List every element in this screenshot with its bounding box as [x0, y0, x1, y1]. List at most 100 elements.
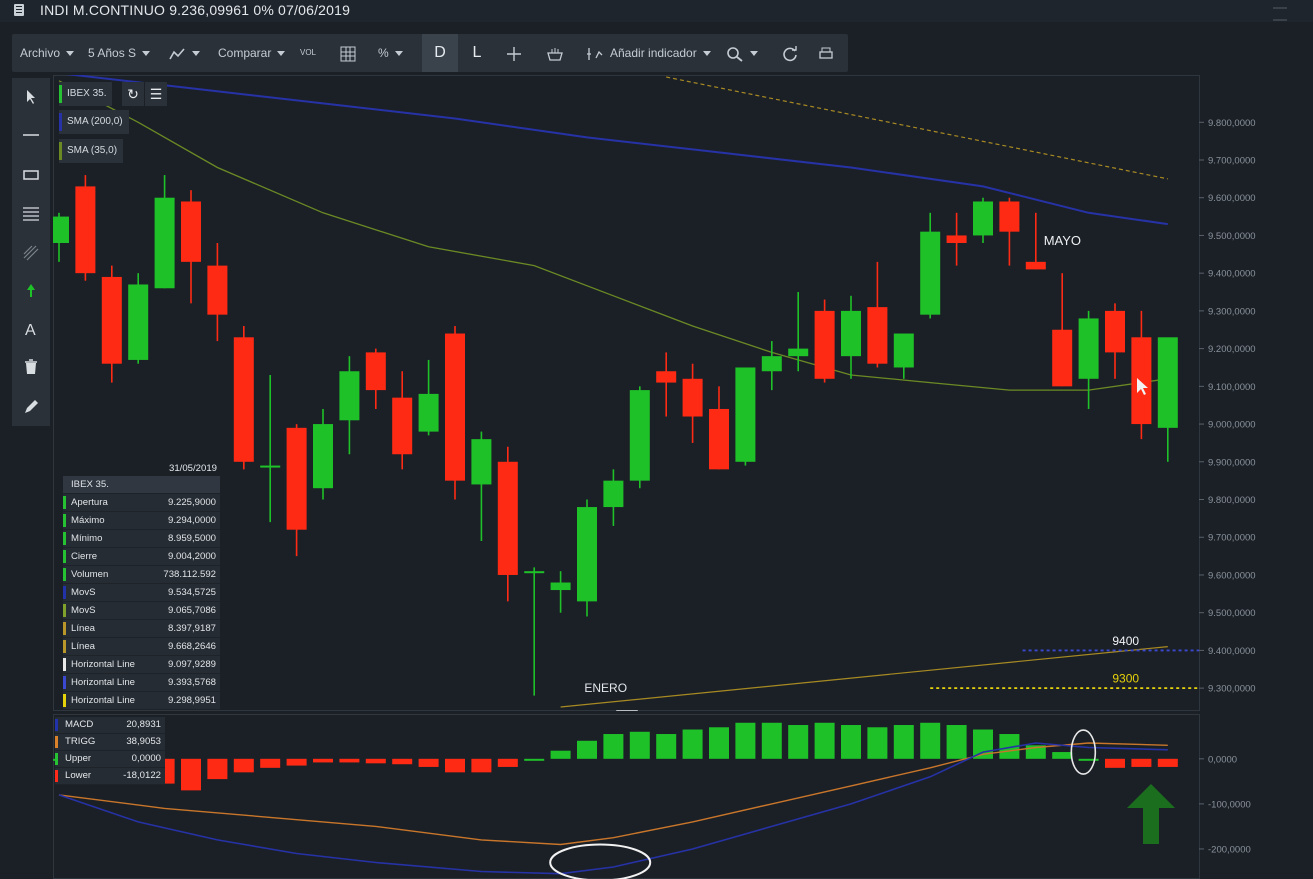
macd-row: Upper 0,0000 — [55, 751, 165, 768]
candle-up — [1157, 337, 1178, 428]
percent-button[interactable]: % — [378, 34, 403, 72]
histogram-bar-positive — [814, 722, 835, 759]
histogram-bar-positive — [788, 725, 809, 759]
series-color-mark — [55, 753, 58, 765]
y-tick-label: 9.800,0000 — [1208, 495, 1256, 506]
histogram-bar-positive — [841, 725, 861, 759]
period-select[interactable]: 5 Años S — [88, 34, 151, 72]
archivo-label: Archivo — [20, 46, 61, 60]
macd-chart[interactable]: 0,0000 -100,0000 -200,0000 — [53, 714, 1300, 879]
series-color-mark — [63, 514, 66, 527]
candle-down — [286, 427, 307, 530]
series-color-mark — [63, 604, 66, 617]
data-row-value: 9.004,2000 — [167, 551, 216, 562]
series-color-mark — [55, 719, 58, 731]
histogram-bar-positive — [577, 740, 597, 759]
archivo-menu[interactable]: Archivo — [20, 34, 75, 72]
compare-basket-button[interactable] — [546, 34, 564, 72]
data-row-value: 9.225,9000 — [167, 497, 216, 508]
window-menu-icon[interactable] — [1273, 7, 1287, 21]
candle-up — [524, 571, 545, 574]
fibonacci-tool[interactable] — [12, 194, 50, 232]
macd-row-value: -18,0122 — [123, 770, 161, 781]
y-tick-label: 9.700,0000 — [1208, 533, 1256, 544]
histogram-bar-positive — [682, 729, 703, 759]
macd-row-label: TRIGG — [65, 736, 96, 747]
linear-button[interactable]: L — [462, 34, 492, 72]
zoom-button[interactable] — [726, 34, 758, 72]
pencil-icon — [25, 400, 38, 413]
channel-tool[interactable] — [12, 234, 50, 272]
pencil-tool[interactable] — [12, 388, 50, 426]
sma35-color-mark — [59, 142, 62, 160]
refresh-legend-button[interactable]: ↻ — [121, 82, 144, 106]
candle-up — [471, 439, 492, 485]
data-row-label: Mínimo — [71, 533, 103, 544]
y-tick-label: 9.800,0000 — [1208, 118, 1256, 129]
daily-button[interactable]: D — [422, 34, 458, 72]
legend-settings-button[interactable]: ☰ — [144, 82, 167, 106]
window-title: INDI M.CONTINUO 9.236,09961 0% 07/06/201… — [40, 2, 351, 18]
comparar-menu[interactable]: Comparar — [218, 34, 286, 72]
data-row-value: 8.397,9187 — [167, 623, 216, 634]
macd-y-tick-label: -100,0000 — [1208, 799, 1251, 810]
data-row-value: 9.298,9951 — [167, 695, 216, 706]
candle-down — [392, 397, 413, 455]
histogram-bar-positive — [550, 750, 571, 759]
title-bar: INDI M.CONTINUO 9.236,09961 0% 07/06/201… — [0, 0, 1313, 22]
line-tool[interactable] — [12, 116, 50, 154]
print-button[interactable] — [818, 34, 834, 72]
price-chart[interactable]: 9.300,0000 9.400,0000 9.500,0000 9.600,0000… — [53, 75, 1300, 711]
macd-row: Lower -18,0122 — [55, 768, 165, 785]
histogram-bar-negative — [365, 758, 386, 764]
data-row-label: Máximo — [71, 515, 105, 526]
data-row: MovS 9.065,7086 — [63, 602, 220, 620]
data-row-label: Cierre — [71, 551, 98, 562]
refresh-button[interactable] — [782, 34, 798, 72]
histogram-bar-positive — [920, 722, 941, 759]
candle-up — [1078, 318, 1099, 379]
histogram-bar-negative — [392, 758, 413, 765]
histogram-bar-negative — [497, 758, 518, 767]
legend-symbol-label: IBEX 35. — [67, 88, 107, 99]
y-tick-label: 9.500,0000 — [1208, 608, 1256, 619]
legend-sma35[interactable]: SMA (35,0) — [59, 139, 124, 163]
text-tool[interactable]: A — [12, 310, 50, 348]
y-tick-label: 9.200,0000 — [1208, 344, 1256, 355]
data-row: Línea 8.397,9187 — [63, 620, 220, 638]
data-row-value: 9.097,9289 — [167, 659, 216, 670]
series-color-mark — [63, 640, 66, 653]
toolbar: Archivo 5 Años S Comparar VOL % D L Añad… — [12, 34, 848, 72]
crosshair-button[interactable] — [506, 34, 522, 72]
data-row: Horizontal Line 9.298,9951 — [63, 692, 220, 710]
candle-down — [207, 265, 228, 315]
candle-down — [999, 201, 1020, 232]
series-color-mark — [63, 658, 66, 671]
data-row-label: Horizontal Line — [71, 659, 135, 670]
series-color-mark — [63, 550, 66, 563]
table-button[interactable] — [340, 34, 356, 72]
series-color-mark — [63, 496, 66, 509]
series-color-mark — [63, 532, 66, 545]
candle-down — [682, 378, 703, 417]
arrow-tool[interactable] — [12, 272, 50, 310]
symbol-color-mark — [59, 85, 62, 103]
volume-button[interactable]: VOL — [300, 34, 316, 72]
data-window: 31/05/2019 IBEX 35. Apertura 9.225,9000 Má… — [63, 462, 220, 710]
candle-down — [1131, 337, 1152, 425]
data-row-value: 738.112.592 — [163, 569, 216, 580]
text-icon: A — [25, 322, 36, 339]
svg-text:A: A — [25, 322, 36, 339]
legend-sma200[interactable]: SMA (200,0) — [59, 110, 129, 134]
label-9400: 9400 — [1112, 634, 1139, 648]
pointer-tool[interactable] — [12, 78, 50, 116]
add-indicator-button[interactable]: Añadir indicador — [586, 34, 711, 72]
annotation-enero: ENERO — [584, 681, 627, 695]
chart-type-button[interactable] — [168, 34, 200, 72]
legend-symbol[interactable]: IBEX 35. — [59, 82, 113, 106]
chevron-down-icon — [142, 51, 151, 57]
y-tick-label: 9.400,0000 — [1208, 269, 1256, 280]
delete-tool[interactable] — [12, 348, 50, 386]
rectangle-tool[interactable] — [12, 156, 50, 194]
comparar-label: Comparar — [218, 46, 272, 60]
